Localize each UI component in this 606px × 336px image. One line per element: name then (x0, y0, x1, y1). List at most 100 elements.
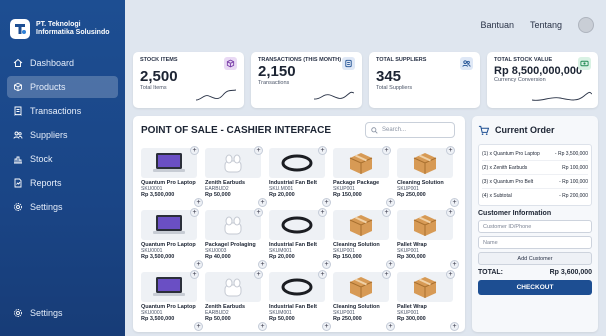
product-image[interactable]: + (333, 208, 391, 240)
product-card[interactable]: + Quantum Pro Laptop SKU0001 Rp 3,500,000 + (141, 146, 203, 208)
quantity-add-button[interactable]: + (386, 260, 395, 269)
laptop-icon (153, 153, 185, 172)
product-card[interactable]: + Zenith Earbuds EARBUD2 Rp 50,000 + (205, 270, 267, 332)
product-image[interactable]: + (397, 270, 455, 302)
product-card[interactable]: + Industrial Fan Belt SKUM001 Rp 50,000 + (269, 270, 331, 332)
product-price: Rp 300,000 (397, 316, 426, 322)
add-to-cart-button[interactable]: + (190, 146, 199, 155)
product-card[interactable]: + Zenith Earbuds EARBUD2 Rp 50,000 + (205, 146, 267, 208)
product-card[interactable]: + Package Package SKUP001 Rp 150,000 + (333, 146, 395, 208)
sidebar-item-settings[interactable]: Settings (7, 196, 118, 218)
order-line[interactable]: (2) x Zenith Earbuds Rp 100,000 (482, 161, 588, 175)
quantity-add-button[interactable]: + (322, 260, 331, 269)
customer-name-placeholder: Name (483, 239, 498, 246)
product-price: Rp 50,000 (269, 316, 295, 322)
order-line[interactable]: (3) x Quantum Pro Belt - Rp 100,000 (482, 175, 588, 189)
add-to-cart-button[interactable]: + (382, 270, 391, 279)
product-image[interactable]: + (269, 270, 327, 302)
quantity-add-button[interactable]: + (194, 198, 203, 207)
quantity-add-button[interactable]: + (450, 260, 459, 269)
product-card[interactable]: + Quantum Pro Laptop SKU0001 Rp 3,500,000 + (141, 208, 203, 270)
brand-line-2: Informatika Solusindo (36, 29, 110, 36)
stat-subtitle: Transactions (258, 80, 290, 86)
fan-belt-icon (281, 154, 313, 172)
add-to-cart-button[interactable]: + (446, 146, 455, 155)
add-to-cart-button[interactable]: + (382, 146, 391, 155)
product-card[interactable]: + Cleaning Solution SKUP001 Rp 250,000 + (397, 146, 459, 208)
customer-name-field[interactable]: Name (478, 236, 592, 249)
search-input[interactable]: Search... (365, 122, 455, 138)
quantity-add-button[interactable]: + (386, 198, 395, 207)
product-card[interactable]: + Pallet Wrap SKUP001 Rp 300,000 + (397, 270, 459, 332)
add-to-cart-button[interactable]: + (190, 208, 199, 217)
sidebar-nav: Dashboard Products Transactions Supplier… (0, 52, 125, 218)
quantity-add-button[interactable]: + (322, 198, 331, 207)
package-box-icon (413, 277, 437, 298)
product-card[interactable]: + Packagel Prolaging SKU0003 Rp 40,000 + (205, 208, 267, 270)
add-to-cart-button[interactable]: + (382, 208, 391, 217)
sidebar-item-transactions[interactable]: Transactions (7, 100, 118, 122)
quantity-add-button[interactable]: + (322, 322, 331, 331)
product-image[interactable]: + (205, 208, 263, 240)
customer-id-field[interactable]: Customer ID/Phone (478, 220, 592, 233)
stat-subtitle: Currency Conversion (494, 77, 546, 83)
sidebar-item-reports[interactable]: Reports (7, 172, 118, 194)
product-image[interactable]: + (141, 208, 199, 240)
sparkline (196, 89, 236, 101)
add-to-cart-button[interactable]: + (254, 208, 263, 217)
sidebar-item-settings-bottom[interactable]: Settings (7, 302, 118, 324)
order-line-item: (2) x Zenith Earbuds (482, 164, 528, 171)
product-image[interactable]: + (397, 146, 455, 178)
top-bar: Bantuan Tentang (125, 0, 606, 50)
add-to-cart-button[interactable]: + (318, 146, 327, 155)
quantity-add-button[interactable]: + (194, 322, 203, 331)
product-price: Rp 20,000 (269, 254, 295, 260)
add-customer-button[interactable]: Add Customer (478, 252, 592, 265)
about-link[interactable]: Tentang (530, 20, 562, 30)
help-link[interactable]: Bantuan (480, 20, 514, 30)
search-placeholder: Search... (382, 127, 407, 133)
add-to-cart-button[interactable]: + (254, 146, 263, 155)
avatar[interactable] (578, 17, 594, 33)
product-card[interactable]: + Industrial Fan Belt SKUM001 Rp 20,000 + (269, 208, 331, 270)
brand: PT. Teknologi Informatika Solusindo (0, 0, 125, 46)
product-image[interactable]: + (141, 270, 199, 302)
sidebar-item-suppliers[interactable]: Suppliers (7, 124, 118, 146)
product-card[interactable]: + Pallet Wrap SKUP001 Rp 300,000 + (397, 208, 459, 270)
quantity-add-button[interactable]: + (386, 322, 395, 331)
product-image[interactable]: + (333, 146, 391, 178)
quantity-add-button[interactable]: + (258, 322, 267, 331)
add-to-cart-button[interactable]: + (318, 208, 327, 217)
people-icon (460, 57, 473, 70)
product-image[interactable]: + (269, 146, 327, 178)
product-card[interactable]: + Industrial Fan Belt SKU.M001 Rp 20,000 + (269, 146, 331, 208)
add-to-cart-button[interactable]: + (190, 270, 199, 279)
document-icon (342, 57, 355, 70)
quantity-add-button[interactable]: + (258, 198, 267, 207)
product-card[interactable]: + Quantum Pro Laptop SKU0001 Rp 3,500,000 + (141, 270, 203, 332)
product-image[interactable]: + (269, 208, 327, 240)
order-line[interactable]: (1) x Quantum Pro Laptop - Rp 3,500,000 (482, 147, 588, 161)
add-to-cart-button[interactable]: + (318, 270, 327, 279)
quantity-add-button[interactable]: + (450, 198, 459, 207)
checkout-button[interactable]: CHECKOUT (478, 280, 592, 295)
product-card[interactable]: + Cleaning Solution SKUP001 Rp 150,000 + (333, 208, 395, 270)
order-line-price: - Rp 3,500,000 (554, 150, 588, 157)
quantity-add-button[interactable]: + (258, 260, 267, 269)
product-image[interactable]: + (205, 146, 263, 178)
sidebar-item-products[interactable]: Products (7, 76, 118, 98)
add-to-cart-button[interactable]: + (254, 270, 263, 279)
quantity-add-button[interactable]: + (450, 322, 459, 331)
product-image[interactable]: + (333, 270, 391, 302)
add-to-cart-button[interactable]: + (446, 208, 455, 217)
product-card[interactable]: + Cleaning Solution SKUP001 Rp 250,000 + (333, 270, 395, 332)
add-to-cart-button[interactable]: + (446, 270, 455, 279)
product-image[interactable]: + (141, 146, 199, 178)
quantity-add-button[interactable]: + (194, 260, 203, 269)
sidebar-item-stock[interactable]: Stock (7, 148, 118, 170)
total-value: Rp 3,600,000 (549, 269, 592, 276)
product-image[interactable]: + (205, 270, 263, 302)
sidebar-item-dashboard[interactable]: Dashboard (7, 52, 118, 74)
product-image[interactable]: + (397, 208, 455, 240)
order-line[interactable]: (4) x Subtotal - Rp 200,000 (482, 189, 588, 203)
